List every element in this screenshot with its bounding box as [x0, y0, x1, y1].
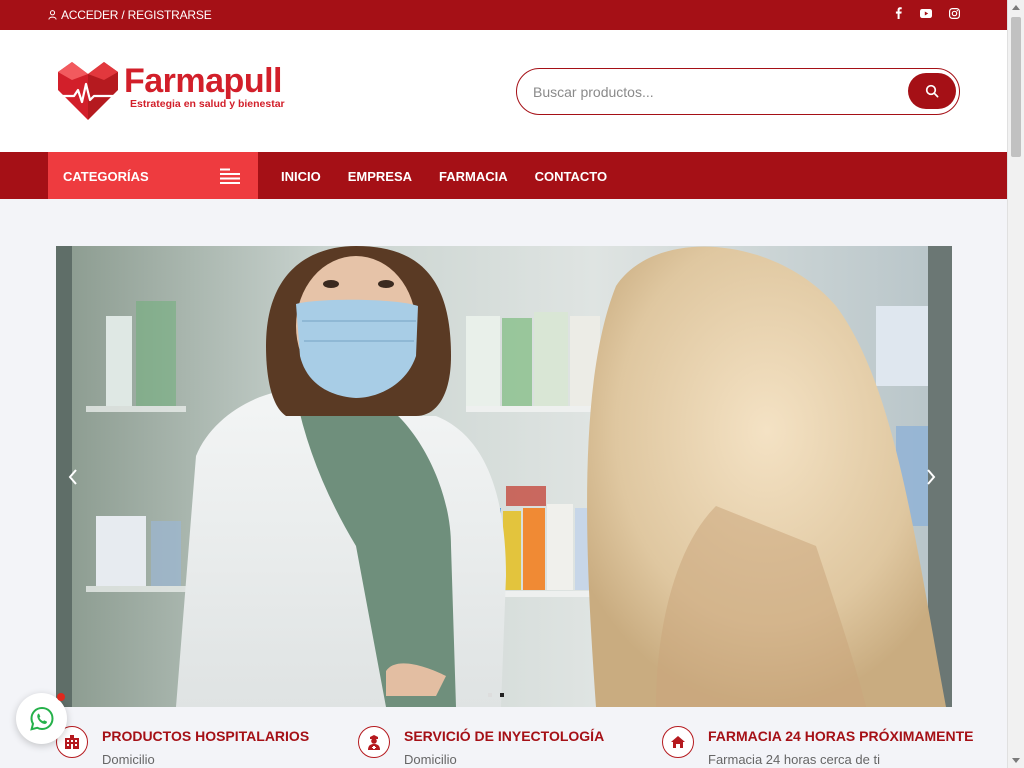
nav-link-empresa[interactable]: EMPRESA [348, 169, 412, 184]
login-register-link[interactable]: ACCEDER / REGISTRARSE [48, 8, 212, 22]
nav-link-farmacia[interactable]: FARMACIA [439, 169, 508, 184]
categories-label: CATEGORÍAS [63, 169, 149, 184]
feature-subtitle: Domicilio [102, 752, 155, 767]
brand-tagline: Estrategia en salud y bienestar [130, 98, 285, 110]
feature-subtitle: Farmacia 24 horas cerca de ti [708, 752, 880, 767]
slider-pagination [488, 693, 504, 697]
search-button[interactable] [908, 73, 956, 109]
feature-title: SERVICIÓ DE INYECTOLOGÍA [404, 728, 605, 744]
feature-title: FARMACIA 24 HORAS PRÓXIMAMENTE [708, 728, 974, 744]
login-register-label: ACCEDER / REGISTRARSE [61, 8, 212, 22]
slider-dot-active[interactable] [500, 693, 504, 697]
page-scrollbar[interactable] [1007, 0, 1024, 768]
slider-dot[interactable] [488, 693, 492, 697]
nav-link-contacto[interactable]: CONTACTO [535, 169, 607, 184]
scrollbar-thumb[interactable] [1011, 17, 1021, 157]
menu-icon [220, 168, 240, 184]
feature-injection-service: SERVICIÓ DE INYECTOLOGÍA Domicilio [358, 726, 604, 767]
chevron-left-icon [68, 469, 77, 485]
categories-toggle[interactable]: CATEGORÍAS [48, 152, 258, 199]
brand-name: Farmapull [124, 62, 282, 100]
nav-link-inicio[interactable]: INICIO [281, 169, 321, 184]
social-links [891, 6, 961, 20]
nurse-icon [358, 726, 390, 758]
feature-title: PRODUCTOS HOSPITALARIOS [102, 728, 310, 744]
hero-image [56, 246, 952, 707]
scroll-down-arrow[interactable] [1012, 758, 1020, 763]
search-icon [925, 84, 939, 98]
search-bar [516, 68, 960, 115]
heart-logo-icon [58, 62, 118, 120]
chevron-right-icon [927, 469, 936, 485]
instagram-icon[interactable] [947, 6, 961, 20]
youtube-icon[interactable] [919, 6, 933, 20]
slider-next-arrow[interactable] [922, 466, 940, 488]
whatsapp-icon [29, 706, 54, 731]
features-strip: PRODUCTOS HOSPITALARIOS Domicilio SERVIC… [0, 720, 1007, 768]
site-header: Farmapull Estrategia en salud y bienesta… [0, 30, 1007, 152]
feature-hospital-products: PRODUCTOS HOSPITALARIOS Domicilio [56, 726, 309, 767]
search-input[interactable] [533, 81, 893, 103]
user-icon [48, 10, 57, 20]
scroll-up-arrow[interactable] [1012, 5, 1020, 10]
hero-slider [56, 246, 952, 707]
notification-dot [57, 693, 65, 701]
whatsapp-button[interactable] [16, 693, 67, 744]
slider-prev-arrow[interactable] [64, 466, 82, 488]
brand-logo[interactable]: Farmapull Estrategia en salud y bienesta… [56, 60, 285, 122]
feature-subtitle: Domicilio [404, 752, 457, 767]
top-bar: ACCEDER / REGISTRARSE [0, 0, 1007, 30]
feature-24h-pharmacy: FARMACIA 24 HORAS PRÓXIMAMENTE Farmacia … [662, 726, 974, 767]
facebook-icon[interactable] [891, 6, 905, 20]
main-navigation: CATEGORÍAS INICIO EMPRESA FARMACIA CONTA… [0, 152, 1007, 199]
home-icon [662, 726, 694, 758]
